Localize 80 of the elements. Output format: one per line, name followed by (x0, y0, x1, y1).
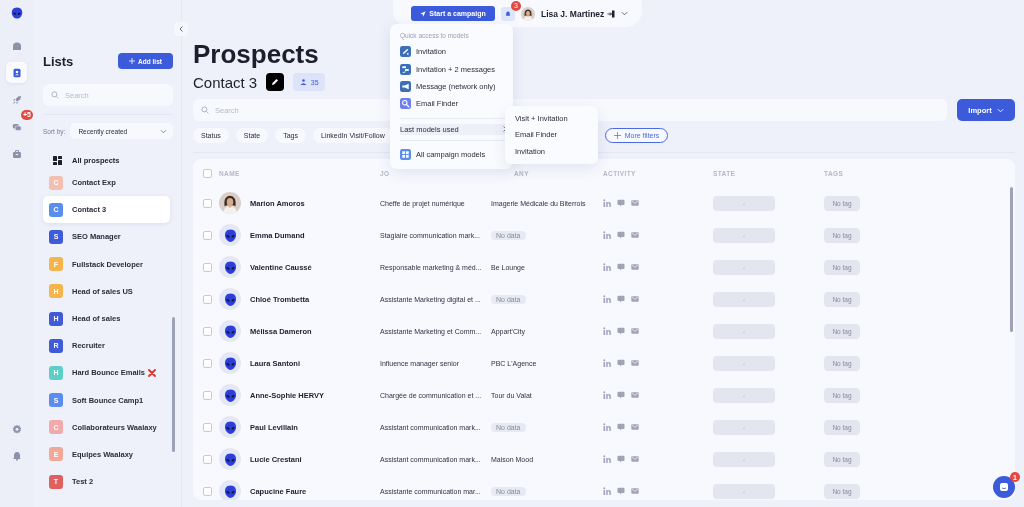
linkedin-icon[interactable] (603, 295, 611, 303)
linkedin-icon[interactable] (603, 391, 611, 399)
message-icon[interactable] (617, 423, 625, 431)
chevron-down-icon (996, 107, 1004, 113)
message-icon[interactable] (617, 359, 625, 367)
grid-icon (400, 148, 411, 160)
row-checkbox[interactable] (203, 390, 212, 400)
message-icon[interactable] (617, 295, 625, 303)
user-name: Lisa J. Martinez (541, 8, 605, 19)
row-checkbox[interactable] (203, 294, 212, 304)
select-all-checkbox[interactable] (203, 168, 212, 178)
chevron-down-icon (621, 11, 629, 16)
chat-icon (11, 121, 22, 132)
search-icon (400, 98, 411, 110)
linkedin-icon[interactable] (603, 423, 611, 431)
row-checkbox[interactable] (203, 198, 212, 208)
message-icon[interactable] (617, 231, 625, 239)
rocket-icon (11, 94, 22, 105)
mail-icon[interactable] (631, 263, 639, 271)
chevron-right-icon (503, 126, 507, 133)
linkedin-icon[interactable] (603, 487, 611, 495)
steps-icon (400, 63, 411, 75)
list-name: Contact 3 (193, 73, 258, 91)
mail-icon[interactable] (631, 359, 639, 367)
linkedin-icon[interactable] (603, 199, 611, 207)
linkedin-icon[interactable] (603, 359, 611, 367)
bell-icon (11, 450, 22, 461)
grid-icon (53, 155, 62, 165)
collapse-button[interactable] (174, 22, 188, 36)
row-checkbox[interactable] (203, 358, 212, 368)
plus-icon (613, 132, 621, 139)
alien-logo-icon[interactable] (9, 6, 24, 20)
mail-icon[interactable] (631, 231, 639, 239)
message-icon[interactable] (617, 327, 625, 335)
message-icon[interactable] (617, 199, 625, 207)
row-checkbox[interactable] (203, 230, 212, 240)
send-icon (420, 10, 427, 17)
chevron-left-icon (179, 26, 183, 32)
row-checkbox[interactable] (203, 262, 212, 272)
message-icon[interactable] (617, 455, 625, 463)
logout-icon[interactable] (607, 9, 616, 18)
message-icon[interactable] (617, 391, 625, 399)
mail-icon[interactable] (631, 327, 639, 335)
mail-icon[interactable] (631, 295, 639, 303)
plus-icon (129, 58, 136, 64)
pencil-icon (271, 78, 280, 86)
link-icon (400, 46, 411, 58)
search-icon (51, 91, 59, 99)
row-checkbox[interactable] (203, 454, 212, 464)
notifications-button[interactable] (501, 6, 515, 21)
bell-icon (505, 10, 511, 17)
panel-title: Lists (43, 53, 74, 69)
scrollbar[interactable] (1010, 187, 1013, 332)
mail-icon[interactable] (631, 487, 639, 495)
row-checkbox[interactable] (203, 326, 212, 336)
row-checkbox[interactable] (203, 422, 212, 432)
page-title: Prospects (193, 40, 319, 68)
contact-card-icon (11, 67, 22, 78)
home-icon (11, 40, 22, 51)
linkedin-icon[interactable] (603, 455, 611, 463)
settings-icon (11, 423, 22, 434)
message-icon[interactable] (617, 263, 625, 271)
edit-button[interactable] (266, 73, 285, 91)
row-checkbox[interactable] (203, 486, 212, 496)
people-icon (299, 79, 307, 85)
chevron-down-icon (160, 128, 167, 134)
toolbox-icon (11, 148, 22, 159)
chat-icon (999, 482, 1009, 492)
linkedin-icon[interactable] (603, 231, 611, 239)
mail-icon[interactable] (631, 391, 639, 399)
linkedin-icon[interactable] (603, 327, 611, 335)
mail-icon[interactable] (631, 199, 639, 207)
mail-icon[interactable] (631, 455, 639, 463)
scrollbar[interactable] (172, 317, 175, 452)
search-icon (201, 106, 209, 114)
mail-icon[interactable] (631, 423, 639, 431)
message-icon[interactable] (617, 487, 625, 495)
linkedin-icon[interactable] (603, 263, 611, 271)
megaphone-icon (400, 80, 411, 92)
nav-button[interactable] (6, 62, 27, 83)
